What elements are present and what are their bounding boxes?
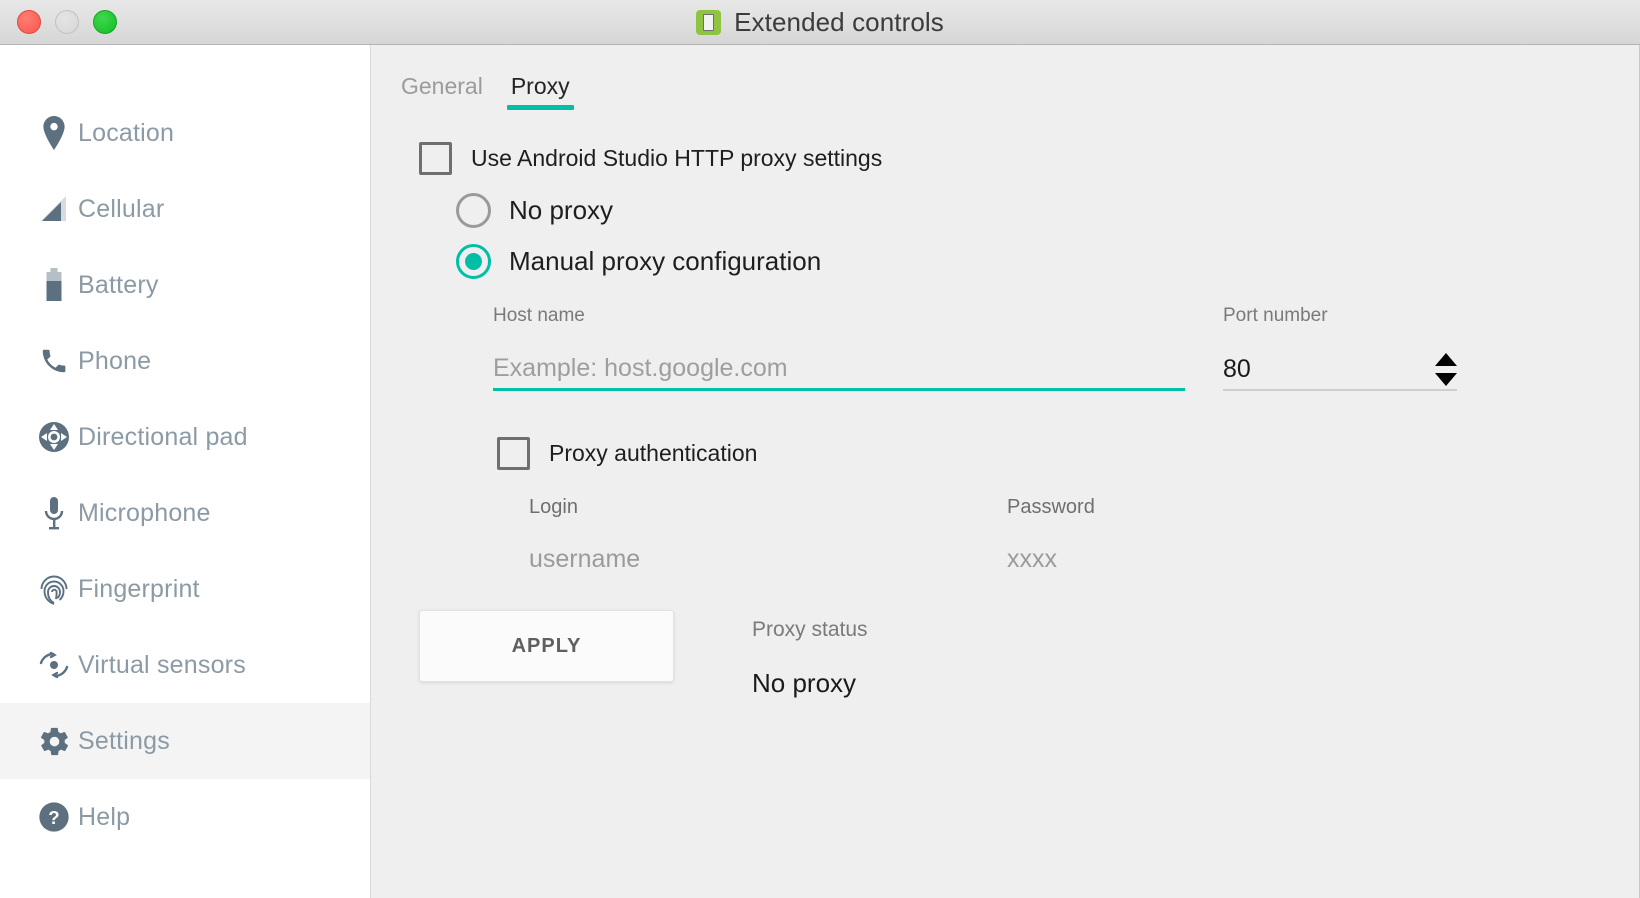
manual-proxy-row[interactable]: Manual proxy configuration	[456, 244, 1639, 279]
sidebar-item-location[interactable]: Location	[0, 95, 370, 171]
android-emulator-icon	[696, 10, 721, 35]
extended-controls-window: Extended controls Location Cellular	[0, 0, 1640, 898]
window-traffic-lights	[0, 10, 117, 34]
sidebar-item-label: Help	[78, 803, 130, 832]
manual-proxy-label: Manual proxy configuration	[509, 246, 821, 277]
sidebar-item-microphone[interactable]: Microphone	[0, 475, 370, 551]
sidebar-item-directional-pad[interactable]: Directional pad	[0, 399, 370, 475]
credentials-row: Login username Password xxxx	[419, 496, 1639, 574]
sidebar-item-phone[interactable]: Phone	[0, 323, 370, 399]
sidebar-item-label: Phone	[78, 347, 151, 376]
sidebar-item-fingerprint[interactable]: Fingerprint	[0, 551, 370, 627]
proxy-auth-label: Proxy authentication	[549, 440, 757, 467]
spinner-down-icon[interactable]	[1435, 373, 1457, 386]
proxy-status-value: No proxy	[752, 668, 868, 699]
sidebar-item-label: Directional pad	[78, 423, 248, 452]
sidebar-item-virtual-sensors[interactable]: Virtual sensors	[0, 627, 370, 703]
minimize-button[interactable]	[55, 10, 79, 34]
battery-icon	[30, 268, 78, 302]
host-name-placeholder: Example: host.google.com	[493, 354, 788, 383]
phone-handset-icon	[30, 346, 78, 376]
window-titlebar: Extended controls	[0, 0, 1640, 45]
port-number-field-group: Port number 80	[1223, 305, 1457, 391]
port-number-value: 80	[1223, 355, 1251, 384]
sidebar-item-label: Battery	[78, 271, 159, 300]
password-label: Password	[1007, 496, 1427, 519]
window-title: Extended controls	[734, 7, 944, 38]
window-title-group: Extended controls	[0, 0, 1640, 44]
fingerprint-icon	[30, 572, 78, 606]
location-pin-icon	[30, 116, 78, 150]
proxy-settings-form: Use Android Studio HTTP proxy settings N…	[371, 110, 1639, 699]
manual-proxy-radio[interactable]	[456, 244, 491, 279]
host-name-input[interactable]: Example: host.google.com	[493, 349, 1185, 391]
port-number-input[interactable]: 80	[1223, 349, 1457, 391]
sidebar-item-battery[interactable]: Battery	[0, 247, 370, 323]
help-circle-icon: ?	[30, 801, 78, 833]
use-studio-proxy-checkbox[interactable]	[419, 142, 452, 175]
close-button[interactable]	[17, 10, 41, 34]
microphone-icon	[30, 496, 78, 530]
proxy-status-label: Proxy status	[752, 618, 868, 642]
host-name-field-group: Host name Example: host.google.com	[493, 305, 1185, 391]
port-spinner[interactable]	[1435, 353, 1457, 386]
gear-icon	[30, 725, 78, 758]
use-studio-proxy-row[interactable]: Use Android Studio HTTP proxy settings	[419, 142, 1639, 175]
login-input[interactable]: username	[529, 545, 1007, 574]
no-proxy-radio[interactable]	[456, 193, 491, 228]
no-proxy-row[interactable]: No proxy	[456, 193, 1639, 228]
proxy-status-group: Proxy status No proxy	[752, 610, 868, 699]
sidebar-item-label: Cellular	[78, 195, 164, 224]
sidebar-item-label: Location	[78, 119, 174, 148]
tab-general[interactable]: General	[397, 73, 487, 110]
tab-bar: General Proxy	[371, 45, 1639, 110]
login-field-group: Login username	[529, 496, 1007, 574]
apply-button[interactable]: APPLY	[419, 610, 674, 682]
sidebar-item-label: Virtual sensors	[78, 651, 246, 680]
sidebar-item-cellular[interactable]: Cellular	[0, 171, 370, 247]
sidebar-item-settings[interactable]: Settings	[0, 703, 370, 779]
port-number-label: Port number	[1223, 305, 1457, 327]
sidebar-item-label: Fingerprint	[78, 575, 200, 604]
host-name-label: Host name	[493, 305, 1185, 327]
settings-content-panel: General Proxy Use Android Studio HTTP pr…	[371, 45, 1640, 898]
signal-bars-icon	[30, 194, 78, 224]
spinner-up-icon[interactable]	[1435, 353, 1457, 366]
no-proxy-label: No proxy	[509, 195, 613, 226]
svg-text:?: ?	[48, 807, 59, 828]
password-field-group: Password xxxx	[1007, 496, 1427, 574]
password-input[interactable]: xxxx	[1007, 545, 1427, 574]
apply-status-row: APPLY Proxy status No proxy	[419, 610, 1639, 699]
sidebar-nav: Location Cellular	[0, 45, 371, 898]
sidebar-item-label: Microphone	[78, 499, 211, 528]
window-body: Location Cellular	[0, 45, 1640, 898]
dpad-icon	[30, 421, 78, 453]
use-studio-proxy-label: Use Android Studio HTTP proxy settings	[471, 145, 882, 172]
sidebar-item-label: Settings	[78, 727, 170, 756]
virtual-sensors-icon	[30, 650, 78, 680]
proxy-auth-row[interactable]: Proxy authentication	[497, 437, 1639, 470]
maximize-button[interactable]	[93, 10, 117, 34]
sidebar-item-help[interactable]: ? Help	[0, 779, 370, 855]
host-port-row: Host name Example: host.google.com Port …	[419, 305, 1639, 391]
login-label: Login	[529, 496, 1007, 519]
proxy-auth-checkbox[interactable]	[497, 437, 530, 470]
tab-proxy[interactable]: Proxy	[507, 73, 574, 110]
